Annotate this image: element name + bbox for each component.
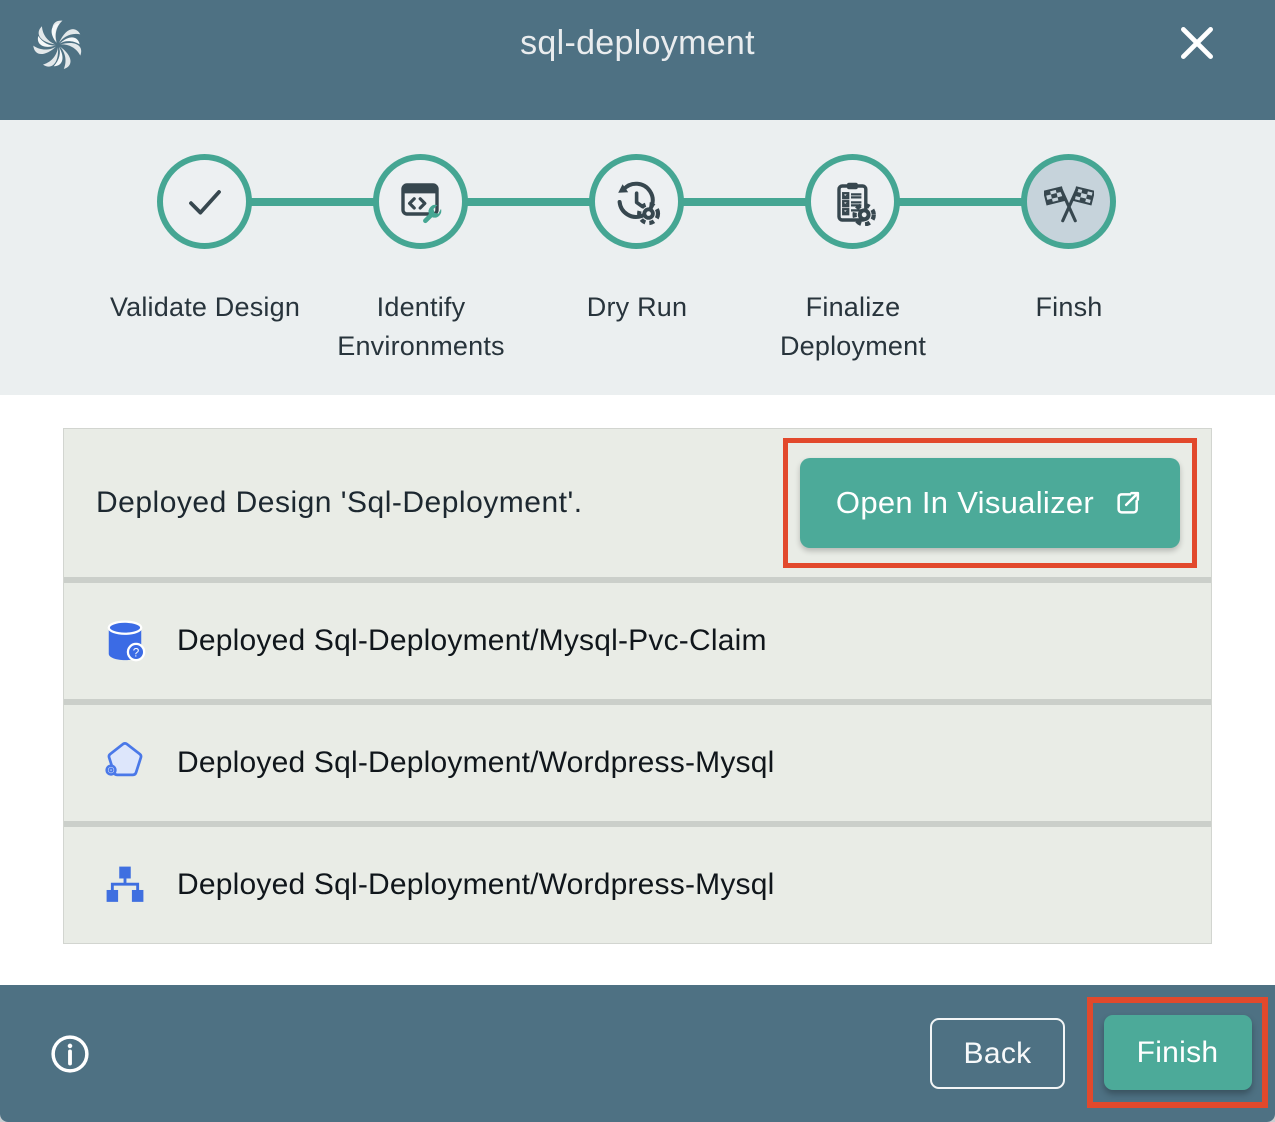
external-link-icon: [1112, 487, 1144, 519]
close-icon: [1173, 19, 1221, 67]
deployed-design-text: Deployed Design 'Sql-Deployment'.: [64, 486, 583, 520]
code-window-wrench-icon: [397, 178, 445, 226]
modal-header: sql-deployment: [0, 0, 1275, 120]
step-circle-finalize-deployment: [805, 154, 900, 249]
step-circle-validate-design: [157, 154, 252, 249]
database-icon: ?: [100, 616, 150, 666]
step-circle-finish: [1021, 154, 1116, 249]
annotation-box-finish: Finish: [1087, 997, 1268, 1108]
close-button[interactable]: [1173, 19, 1221, 67]
deployment-wizard-modal: sql-deployment Validate Design: [0, 0, 1275, 1122]
hierarchy-icon: [100, 860, 150, 910]
result-row-wordpress-mysql-tree: Deployed Sql-Deployment/Wordpress-Mysql: [64, 827, 1211, 943]
pod-icon: [100, 738, 150, 788]
clipboard-gear-icon: [829, 178, 877, 226]
step-label-dry-run: Dry Run: [517, 288, 757, 327]
check-icon: [181, 178, 229, 226]
modal-title: sql-deployment: [0, 0, 1275, 86]
result-row-wordpress-mysql-pod: Deployed Sql-Deployment/Wordpress-Mysql: [64, 705, 1211, 821]
step-circle-dry-run: [589, 154, 684, 249]
deployed-design-row: Deployed Design 'Sql-Deployment'. Open I…: [64, 429, 1211, 577]
info-button[interactable]: [48, 1032, 92, 1076]
info-icon: [48, 1032, 92, 1076]
back-button[interactable]: Back: [930, 1018, 1065, 1089]
results-panel: Deployed Design 'Sql-Deployment'. Open I…: [0, 395, 1275, 985]
finish-button[interactable]: Finish: [1104, 1015, 1252, 1090]
step-label-identify-environments: Identify Environments: [301, 288, 541, 366]
svg-text:?: ?: [133, 646, 140, 659]
wizard-stepper: Validate Design Identify Environments: [0, 120, 1275, 395]
history-gear-icon: [613, 178, 661, 226]
step-label-finalize-deployment: Finalize Deployment: [733, 288, 973, 366]
result-row-text: Deployed Sql-Deployment/Mysql-Pvc-Claim: [177, 624, 767, 658]
result-row-text: Deployed Sql-Deployment/Wordpress-Mysql: [177, 868, 774, 902]
step-label-validate-design: Validate Design: [85, 288, 325, 327]
annotation-box-visualizer: Open In Visualizer: [783, 438, 1197, 568]
open-in-visualizer-label: Open In Visualizer: [836, 485, 1094, 521]
deployment-results-list: Deployed Design 'Sql-Deployment'. Open I…: [63, 428, 1212, 944]
result-row-text: Deployed Sql-Deployment/Wordpress-Mysql: [177, 746, 774, 780]
open-in-visualizer-button[interactable]: Open In Visualizer: [800, 458, 1180, 548]
step-circle-identify-environments: [373, 154, 468, 249]
modal-footer: Back Finish: [0, 985, 1275, 1122]
result-row-mysql-pvc-claim: ? Deployed Sql-Deployment/Mysql-Pvc-Clai…: [64, 583, 1211, 699]
checkered-flags-icon: [1044, 177, 1094, 227]
step-label-finish: Finsh: [949, 288, 1189, 327]
